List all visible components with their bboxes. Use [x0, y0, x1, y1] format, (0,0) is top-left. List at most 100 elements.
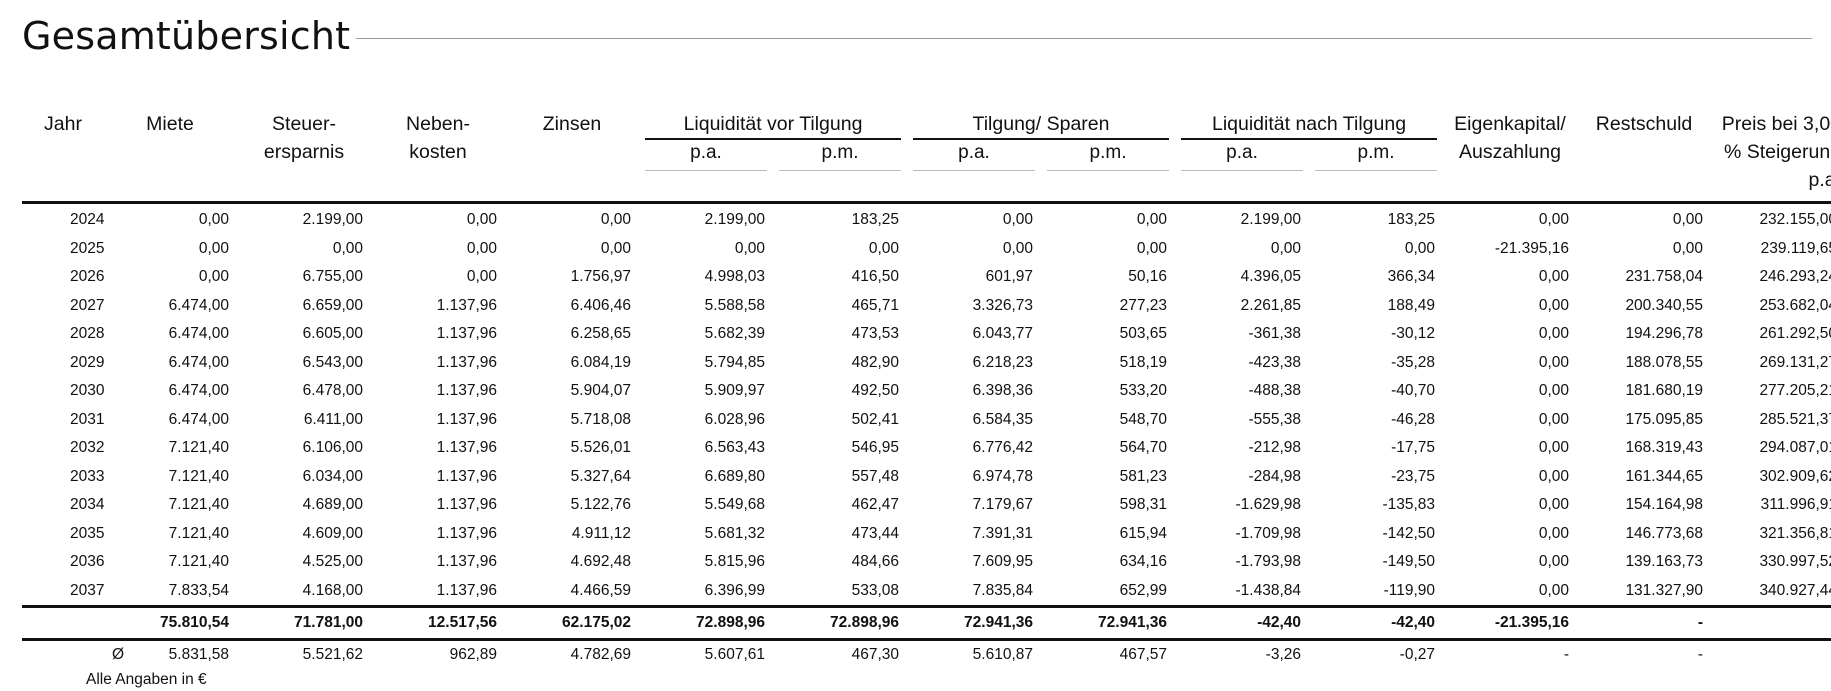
value-cell: 0,00	[1443, 463, 1577, 492]
average-cell: -	[1577, 640, 1711, 670]
value-cell: 269.131,27	[1711, 349, 1831, 378]
sum-cell	[22, 607, 103, 640]
value-cell: 4.609,00	[237, 520, 371, 549]
value-cell: 502,41	[773, 406, 907, 435]
sum-cell: 12.517,56	[371, 607, 505, 640]
average-cell: 5.521,62	[237, 640, 371, 670]
value-cell: 294.087,01	[1711, 434, 1831, 463]
value-cell: 0,00	[1443, 548, 1577, 577]
value-cell: -46,28	[1309, 406, 1443, 435]
value-cell: 5.794,85	[639, 349, 773, 378]
header-eigenkapital-auszahlung: Eigenkapital/Auszahlung	[1443, 110, 1577, 171]
table-row: 20316.474,006.411,001.137,965.718,086.02…	[22, 406, 1831, 435]
table-row: 20347.121,404.689,001.137,965.122,765.54…	[22, 491, 1831, 520]
value-cell: 139.163,73	[1577, 548, 1711, 577]
value-cell: 3.326,73	[907, 292, 1041, 321]
value-cell: 6.084,19	[505, 349, 639, 378]
value-cell: 615,94	[1041, 520, 1175, 549]
header-tilgung-sparen: Tilgung/ Sparen	[907, 110, 1175, 140]
value-cell: 6.776,42	[907, 434, 1041, 463]
average-cell: 5.610,87	[907, 640, 1041, 670]
footnote-row: Alle Angaben in €	[22, 669, 1831, 691]
value-cell: 548,70	[1041, 406, 1175, 435]
value-cell: 1.137,96	[371, 349, 505, 378]
value-cell: 5.122,76	[505, 491, 639, 520]
value-cell: 7.609,95	[907, 548, 1041, 577]
sum-cell: -21.395,16	[1443, 607, 1577, 640]
value-cell: 0,00	[1443, 377, 1577, 406]
average-cell: -	[1711, 640, 1831, 670]
value-cell: 6.474,00	[103, 349, 237, 378]
table-row: 20286.474,006.605,001.137,966.258,655.68…	[22, 320, 1831, 349]
value-cell: 261.292,50	[1711, 320, 1831, 349]
value-cell: 5.909,97	[639, 377, 773, 406]
header-liq-nach-pa: p.a.	[1175, 140, 1309, 171]
value-cell: -30,12	[1309, 320, 1443, 349]
value-cell: 6.478,00	[237, 377, 371, 406]
value-cell: 4.689,00	[237, 491, 371, 520]
header-tilgung-pm: p.m.	[1041, 140, 1175, 171]
value-cell: 161.344,65	[1577, 463, 1711, 492]
value-cell: 6.474,00	[103, 292, 237, 321]
value-cell: 194.296,78	[1577, 320, 1711, 349]
year-cell: 2034	[22, 491, 103, 520]
value-cell: 5.327,64	[505, 463, 639, 492]
value-cell: 321.356,81	[1711, 520, 1831, 549]
value-cell: -119,90	[1309, 577, 1443, 607]
value-cell: -555,38	[1175, 406, 1309, 435]
year-cell: 2031	[22, 406, 103, 435]
header-restschuld: Restschuld	[1577, 110, 1711, 171]
header-preis-steigerung: Preis bei 3,00% Steigerungp.a.	[1711, 110, 1831, 203]
value-cell: -135,83	[1309, 491, 1443, 520]
header-liq-vor-pm: p.m.	[773, 140, 907, 171]
value-cell: -1.793,98	[1175, 548, 1309, 577]
value-cell: 6.584,35	[907, 406, 1041, 435]
value-cell: -284,98	[1175, 463, 1309, 492]
value-cell: 285.521,37	[1711, 406, 1831, 435]
value-cell: 6.396,99	[639, 577, 773, 607]
value-cell: 0,00	[103, 235, 237, 264]
average-symbol: Ø	[22, 640, 103, 670]
value-cell: 1.137,96	[371, 491, 505, 520]
value-cell: 330.997,52	[1711, 548, 1831, 577]
value-cell: 200.340,55	[1577, 292, 1711, 321]
table-row: 20306.474,006.478,001.137,965.904,075.90…	[22, 377, 1831, 406]
value-cell: 7.179,67	[907, 491, 1041, 520]
sum-cell: 72.898,96	[773, 607, 907, 640]
year-cell: 2028	[22, 320, 103, 349]
sum-cell: 71.781,00	[237, 607, 371, 640]
value-cell: 7.121,40	[103, 463, 237, 492]
value-cell: 482,90	[773, 349, 907, 378]
value-cell: 1.137,96	[371, 377, 505, 406]
header-liquiditaet-vor-tilgung: Liquidität vor Tilgung	[639, 110, 907, 140]
overview-page: Gesamtübersicht Jahr Miete Steuer-erspar…	[0, 0, 1831, 679]
value-cell: -149,50	[1309, 548, 1443, 577]
value-cell: 302.909,62	[1711, 463, 1831, 492]
value-cell: 4.911,12	[505, 520, 639, 549]
value-cell: 168.319,43	[1577, 434, 1711, 463]
value-cell: 0,00	[1443, 203, 1577, 235]
year-cell: 2035	[22, 520, 103, 549]
year-cell: 2025	[22, 235, 103, 264]
value-cell: 231.758,04	[1577, 263, 1711, 292]
value-cell: 183,25	[1309, 203, 1443, 235]
value-cell: -142,50	[1309, 520, 1443, 549]
value-cell: 277,23	[1041, 292, 1175, 321]
value-cell: 0,00	[1041, 235, 1175, 264]
header-liq-nach-pm: p.m.	[1309, 140, 1443, 171]
value-cell: 6.755,00	[237, 263, 371, 292]
value-cell: 2.199,00	[639, 203, 773, 235]
value-cell: 6.406,46	[505, 292, 639, 321]
value-cell: 503,65	[1041, 320, 1175, 349]
value-cell: -40,70	[1309, 377, 1443, 406]
title-bar: Gesamtübersicht	[22, 8, 1812, 64]
value-cell: 6.028,96	[639, 406, 773, 435]
value-cell: 462,47	[773, 491, 907, 520]
year-cell: 2032	[22, 434, 103, 463]
average-cell: 467,57	[1041, 640, 1175, 670]
value-cell: -17,75	[1309, 434, 1443, 463]
value-cell: 188,49	[1309, 292, 1443, 321]
value-cell: 1.756,97	[505, 263, 639, 292]
value-cell: 0,00	[103, 263, 237, 292]
value-cell: 1.137,96	[371, 577, 505, 607]
